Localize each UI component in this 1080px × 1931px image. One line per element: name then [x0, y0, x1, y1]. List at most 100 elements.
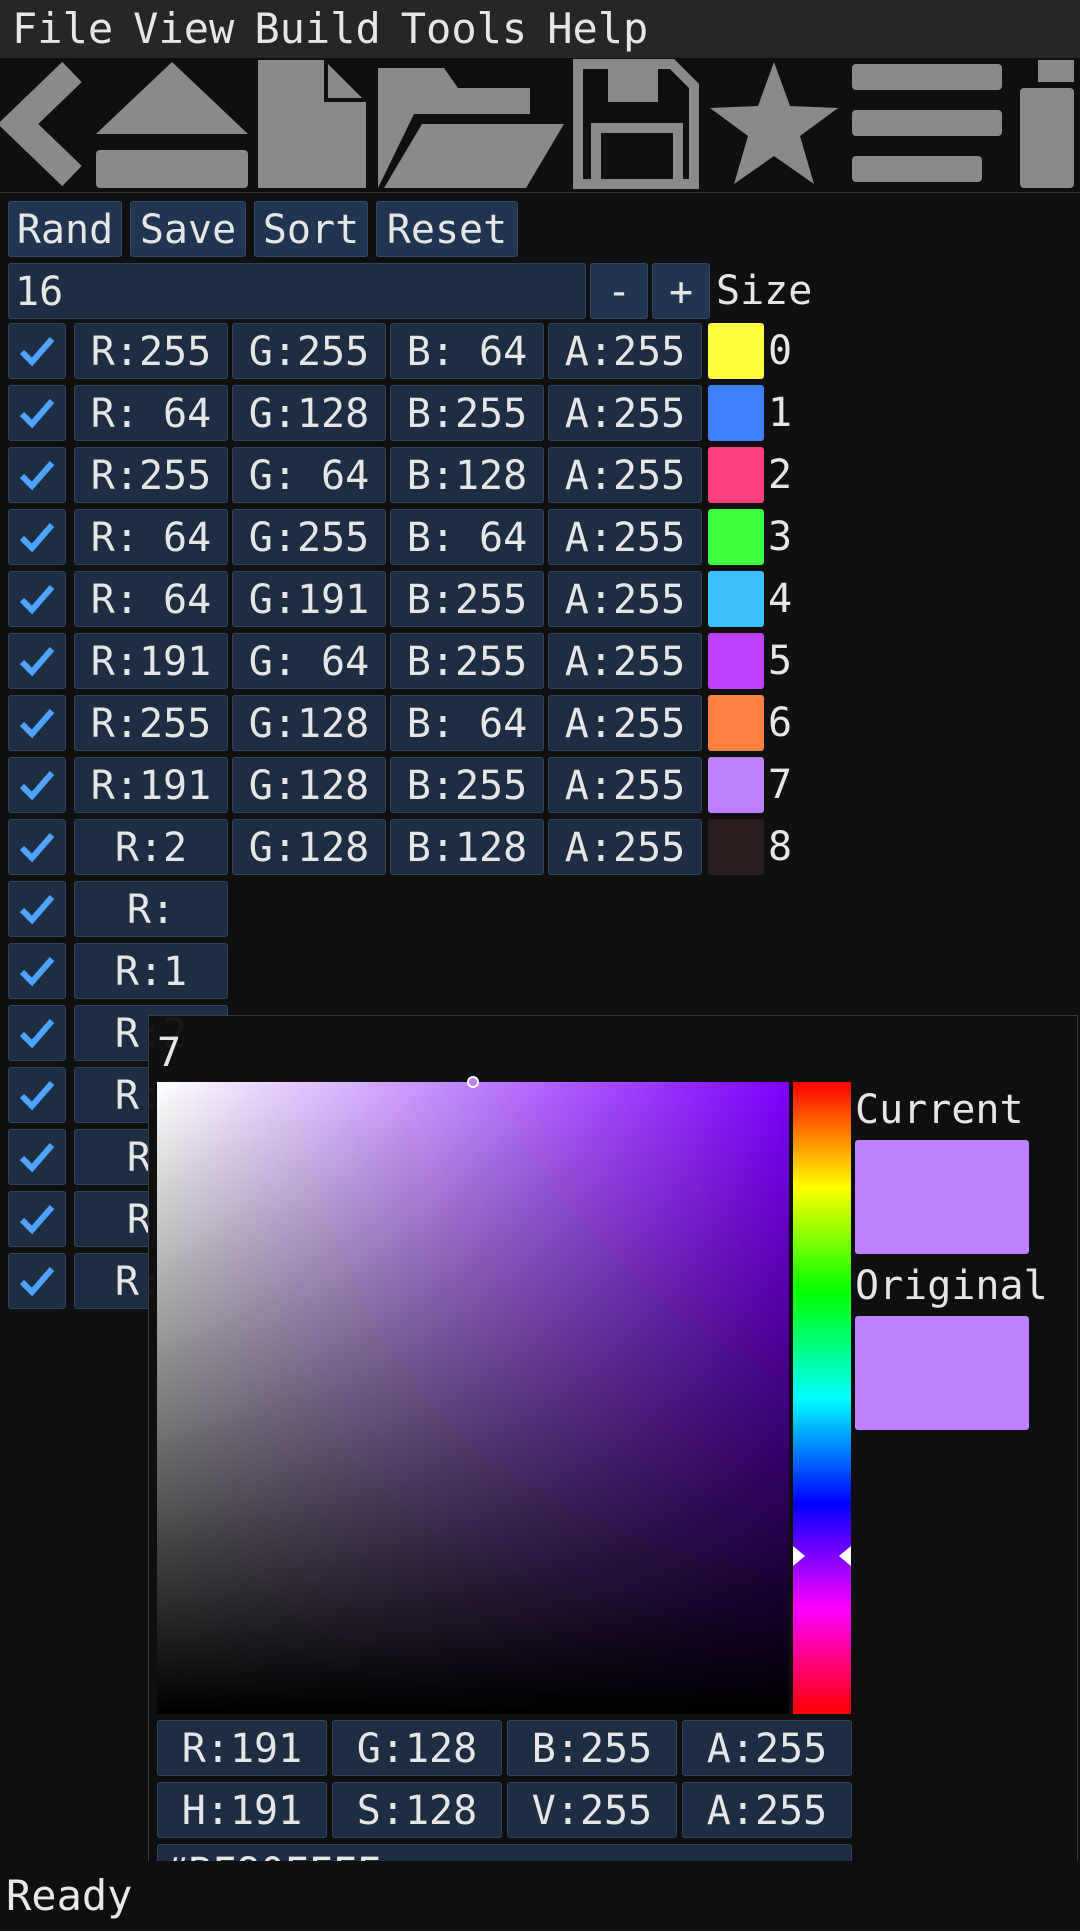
row-blue-field[interactable]: B:128 [390, 819, 544, 875]
row-red-field[interactable]: R:255 [74, 323, 228, 379]
row-enable-checkbox[interactable] [8, 819, 66, 875]
row-blue-field[interactable]: B:255 [390, 633, 544, 689]
row-enable-checkbox[interactable] [8, 323, 66, 379]
row-alpha-field[interactable]: A:255 [548, 571, 702, 627]
picker-r-field[interactable]: R:191 [157, 1720, 327, 1776]
row-blue-field[interactable]: B: 64 [390, 509, 544, 565]
row-enable-checkbox[interactable] [8, 447, 66, 503]
row-enable-checkbox[interactable] [8, 1005, 66, 1061]
save-button[interactable]: Save [130, 201, 246, 257]
reset-button[interactable]: Reset [376, 201, 518, 257]
row-green-field[interactable]: G: 64 [232, 633, 386, 689]
row-color-swatch[interactable] [708, 757, 764, 813]
picker-g-field[interactable]: G:128 [332, 1720, 502, 1776]
row-enable-checkbox[interactable] [8, 1191, 66, 1247]
picker-v-field[interactable]: V:255 [507, 1782, 677, 1838]
row-green-field[interactable]: G:128 [232, 819, 386, 875]
row-color-swatch[interactable] [708, 385, 764, 441]
sort-button[interactable]: Sort [254, 201, 368, 257]
row-color-swatch[interactable] [708, 323, 764, 379]
row-red-field[interactable]: R:1 [74, 943, 228, 999]
menu-help[interactable]: Help [527, 0, 648, 58]
row-color-swatch[interactable] [708, 509, 764, 565]
picker-h-field[interactable]: H:191 [157, 1782, 327, 1838]
check-icon [19, 895, 55, 925]
row-enable-checkbox[interactable] [8, 509, 66, 565]
row-alpha-field[interactable]: A:255 [548, 509, 702, 565]
menu-build[interactable]: Build [234, 0, 380, 58]
new-file-icon[interactable] [256, 58, 368, 190]
row-red-field[interactable]: R:191 [74, 633, 228, 689]
row-red-field[interactable]: R: [74, 881, 228, 937]
star-icon[interactable] [706, 58, 842, 190]
row-red-field[interactable]: R: 64 [74, 385, 228, 441]
row-alpha-field[interactable]: A:255 [548, 633, 702, 689]
row-blue-field[interactable]: B:255 [390, 571, 544, 627]
row-green-field[interactable]: G:255 [232, 509, 386, 565]
row-red-field[interactable]: R: 64 [74, 509, 228, 565]
row-enable-checkbox[interactable] [8, 385, 66, 441]
row-blue-field[interactable]: B: 64 [390, 695, 544, 751]
row-enable-checkbox[interactable] [8, 943, 66, 999]
hue-slider[interactable] [793, 1082, 851, 1714]
row-color-swatch[interactable] [708, 819, 764, 875]
row-enable-checkbox[interactable] [8, 881, 66, 937]
hue-marker[interactable] [793, 1545, 851, 1567]
color-picker-popup: 7 Current Original R:191 G:128 B:255 A:2… [148, 1015, 1078, 1909]
row-alpha-field[interactable]: A:255 [548, 819, 702, 875]
row-alpha-field[interactable]: A:255 [548, 385, 702, 441]
row-color-swatch[interactable] [708, 571, 764, 627]
saturation-value-area[interactable] [157, 1076, 789, 1714]
picker-alpha-field[interactable]: A:255 [682, 1782, 852, 1838]
menu-tools[interactable]: Tools [381, 0, 527, 58]
row-blue-field[interactable]: B:128 [390, 447, 544, 503]
check-icon [19, 1081, 55, 1111]
picker-s-field[interactable]: S:128 [332, 1782, 502, 1838]
row-color-swatch[interactable] [708, 447, 764, 503]
row-green-field[interactable]: G:128 [232, 757, 386, 813]
row-alpha-field[interactable]: A:255 [548, 447, 702, 503]
sv-cursor[interactable] [467, 1076, 479, 1088]
row-blue-field[interactable]: B:255 [390, 757, 544, 813]
row-enable-checkbox[interactable] [8, 695, 66, 751]
row-enable-checkbox[interactable] [8, 1067, 66, 1123]
row-blue-field[interactable]: B: 64 [390, 323, 544, 379]
row-color-swatch[interactable] [708, 695, 764, 751]
original-color-swatch[interactable] [855, 1316, 1029, 1430]
row-green-field[interactable]: G: 64 [232, 447, 386, 503]
rand-button[interactable]: Rand [8, 201, 122, 257]
row-blue-field[interactable]: B:255 [390, 385, 544, 441]
size-decrement-button[interactable]: - [590, 263, 648, 319]
row-green-field[interactable]: G:128 [232, 385, 386, 441]
row-alpha-field[interactable]: A:255 [548, 323, 702, 379]
save-icon[interactable] [572, 58, 700, 190]
row-enable-checkbox[interactable] [8, 571, 66, 627]
row-red-field[interactable]: R:255 [74, 447, 228, 503]
row-green-field[interactable]: G:255 [232, 323, 386, 379]
row-red-field[interactable]: R:2 [74, 819, 228, 875]
row-alpha-field[interactable]: A:255 [548, 695, 702, 751]
row-green-field[interactable]: G:191 [232, 571, 386, 627]
size-input[interactable]: 16 [8, 263, 586, 319]
row-alpha-field[interactable]: A:255 [548, 757, 702, 813]
row-enable-checkbox[interactable] [8, 757, 66, 813]
row-enable-checkbox[interactable] [8, 1129, 66, 1185]
row-enable-checkbox[interactable] [8, 1253, 66, 1309]
picker-b-field[interactable]: B:255 [507, 1720, 677, 1776]
list-icon[interactable] [848, 58, 1008, 190]
picker-a-field[interactable]: A:255 [682, 1720, 852, 1776]
row-enable-checkbox[interactable] [8, 633, 66, 689]
size-increment-button[interactable]: + [652, 263, 710, 319]
back-icon[interactable] [0, 58, 90, 190]
row-red-field[interactable]: R: 64 [74, 571, 228, 627]
menu-file[interactable]: File [0, 0, 113, 58]
open-folder-icon[interactable] [374, 58, 568, 190]
menu-view[interactable]: View [113, 0, 234, 58]
row-green-field[interactable]: G:128 [232, 695, 386, 751]
row-index: 2 [768, 452, 793, 498]
row-red-field[interactable]: R:255 [74, 695, 228, 751]
row-color-swatch[interactable] [708, 633, 764, 689]
eject-icon[interactable] [92, 58, 252, 190]
row-red-field[interactable]: R:191 [74, 757, 228, 813]
more-icon[interactable] [1012, 58, 1078, 190]
